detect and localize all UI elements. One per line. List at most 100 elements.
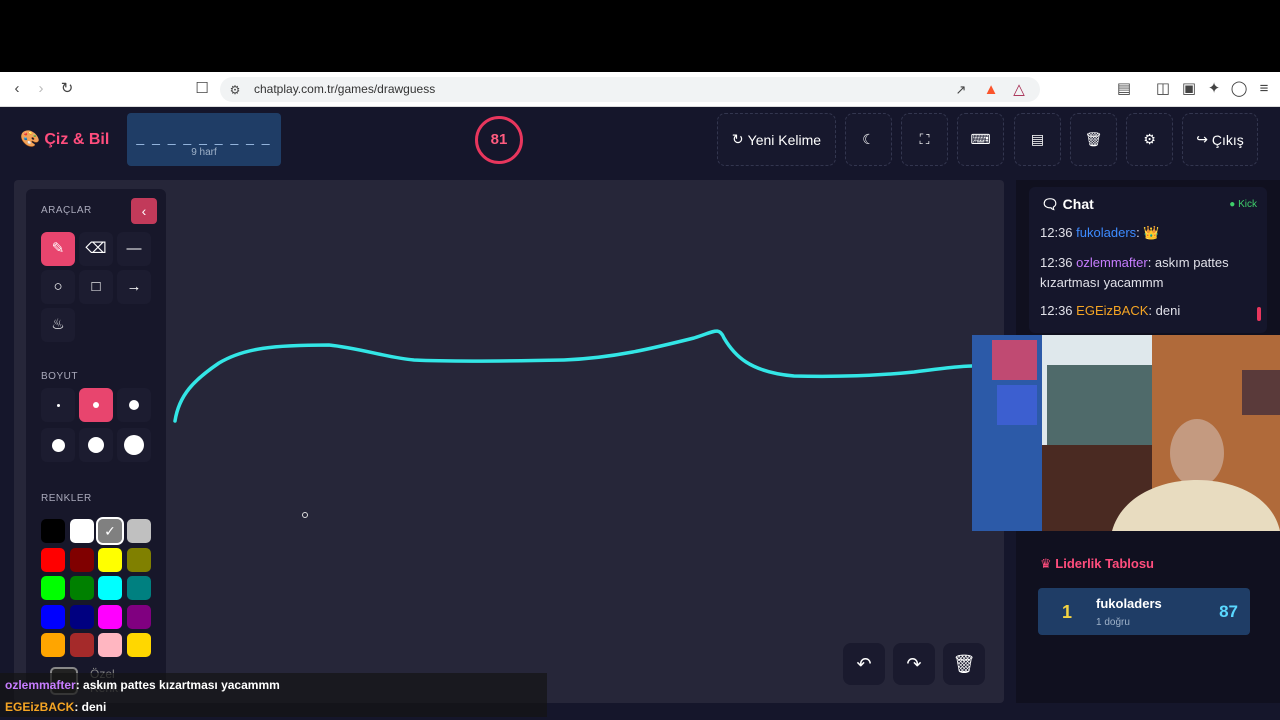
webcam-image: [972, 335, 1280, 531]
color-swatch[interactable]: [69, 547, 94, 572]
size-4[interactable]: [41, 428, 75, 462]
bookmark-icon[interactable]: ☐: [193, 80, 211, 98]
forward-icon[interactable]: ›: [32, 80, 50, 98]
emoji-icon: 👑: [1143, 225, 1160, 240]
wallet-icon[interactable]: ▣: [1180, 80, 1198, 98]
color-swatch[interactable]: [126, 604, 151, 629]
chat-scrollbar[interactable]: [1257, 307, 1261, 321]
undo-button[interactable]: ↶: [843, 643, 885, 685]
word-length: 9 harf: [191, 147, 217, 158]
size-2[interactable]: [79, 388, 113, 422]
color-swatch[interactable]: [69, 519, 94, 543]
color-swatch[interactable]: [41, 576, 65, 600]
color-swatch[interactable]: [69, 576, 94, 600]
overlay-message: EGEizBACK: deni: [5, 700, 107, 714]
trash-icon: 🗑: [952, 654, 976, 674]
brave-shield-icon[interactable]: ▲: [982, 81, 1000, 99]
fullscreen-button[interactable]: ⛶: [901, 113, 948, 166]
color-swatch[interactable]: [41, 519, 65, 543]
menu-icon[interactable]: ≡: [1255, 80, 1273, 98]
dark-mode-button[interactable]: ☾: [845, 113, 892, 166]
size-1[interactable]: [41, 388, 75, 422]
site-settings-icon[interactable]: ⚙: [226, 81, 244, 99]
logout-icon: ↪: [1196, 131, 1208, 147]
color-swatch[interactable]: [98, 604, 122, 629]
rewards-icon[interactable]: △: [1010, 81, 1028, 99]
size-5[interactable]: [79, 428, 113, 462]
word-pattern: _ _ _ _ _ _ _ _ _: [136, 129, 272, 145]
color-swatch[interactable]: [41, 604, 65, 629]
keyboard-icon: ⌨: [970, 131, 991, 147]
webcam-overlay: [972, 335, 1280, 531]
overlay-message: ozlemmafter: askım pattes kızartması yac…: [5, 678, 280, 692]
color-swatch[interactable]: [98, 547, 122, 572]
moon-icon: ☾: [862, 131, 875, 147]
clear-canvas-button[interactable]: 🗑: [943, 643, 985, 685]
archive-button[interactable]: ▤: [1014, 113, 1061, 166]
share-icon[interactable]: ↗: [952, 81, 970, 99]
exit-button[interactable]: ↪ Çıkış: [1182, 113, 1258, 166]
player-detail: 1 doğru: [1096, 617, 1130, 628]
square-icon: □: [91, 278, 101, 295]
size-6[interactable]: [117, 428, 151, 462]
color-swatch[interactable]: ✓: [96, 517, 124, 545]
color-swatch[interactable]: [126, 633, 151, 657]
new-word-button[interactable]: ↻ Yeni Kelime: [717, 113, 836, 166]
chat-title: 🗨 Chat: [1041, 196, 1094, 212]
arrow-tool[interactable]: →: [117, 270, 151, 304]
back-icon[interactable]: ‹: [8, 80, 26, 98]
keyboard-button[interactable]: ⌨: [957, 113, 1004, 166]
line-tool[interactable]: —: [117, 232, 151, 266]
game-header: 🎨 Çiz & Bil _ _ _ _ _ _ _ _ _ 9 harf 81 …: [0, 107, 1280, 175]
chat-panel: 🗨 Chat ● Kick 12:36 fukoladers: 👑 12:36 …: [1029, 187, 1267, 333]
arrow-right-icon: →: [126, 278, 142, 295]
chat-message: 12:36 EGEizBACK: deni: [1040, 303, 1181, 318]
color-swatch[interactable]: [126, 547, 151, 572]
size-title: BOYUT: [41, 371, 78, 382]
rectangle-tool[interactable]: □: [79, 270, 113, 304]
reader-icon[interactable]: ▤: [1115, 80, 1133, 98]
redo-button[interactable]: ↷: [893, 643, 935, 685]
color-swatch[interactable]: [41, 633, 65, 657]
fill-tool[interactable]: ♨: [41, 308, 75, 342]
color-swatch[interactable]: [69, 604, 94, 629]
url-text: chatplay.com.tr/games/drawguess: [254, 82, 436, 96]
delete-button[interactable]: 🗑: [1070, 113, 1117, 166]
color-swatch[interactable]: [69, 633, 94, 657]
cursor-indicator: [302, 512, 308, 518]
player-score: 87: [1219, 602, 1238, 621]
tools-title: ARAÇLAR: [41, 205, 92, 216]
leaderboard-row: 1 fukoladers 1 doğru 87: [1038, 588, 1250, 635]
eraser-tool[interactable]: ⌫: [79, 232, 113, 266]
paint-bucket-icon: ♨: [51, 316, 65, 333]
tools-panel: ARAÇLAR ‹ ✎ ⌫ — ○ □ → ♨ BOYUT RENKLER ✓ …: [26, 189, 166, 695]
brush-tool[interactable]: ✎: [41, 232, 75, 266]
circle-tool[interactable]: ○: [41, 270, 75, 304]
trash-icon: 🗑: [1084, 131, 1103, 147]
eraser-icon: ⌫: [85, 240, 107, 257]
collapse-panel-button[interactable]: ‹: [131, 198, 157, 224]
letterbox-top: [0, 0, 1280, 72]
palette-icon: 🎨: [20, 131, 40, 148]
brush-icon: ✎: [51, 240, 65, 257]
size-3[interactable]: [117, 388, 151, 422]
player-name: fukoladers: [1096, 596, 1162, 611]
line-icon: —: [126, 240, 142, 257]
leo-icon[interactable]: ✦: [1205, 80, 1223, 98]
round-timer: 81: [475, 116, 523, 164]
color-swatch[interactable]: [98, 576, 122, 600]
color-swatch[interactable]: [98, 633, 122, 657]
stream-chat-overlay: ozlemmafter: askım pattes kızartması yac…: [0, 673, 547, 717]
archive-icon: ▤: [1030, 131, 1045, 147]
chevron-left-icon: ‹: [141, 203, 147, 219]
sidebar-icon[interactable]: ◫: [1154, 80, 1172, 98]
color-swatch[interactable]: [126, 576, 151, 600]
settings-button[interactable]: ⚙: [1126, 113, 1173, 166]
color-swatch[interactable]: [126, 519, 151, 543]
color-swatch[interactable]: [41, 547, 65, 572]
address-bar[interactable]: ⚙ chatplay.com.tr/games/drawguess ↗ ▲ △: [220, 77, 1040, 102]
circle-icon: ○: [53, 278, 63, 295]
reload-icon[interactable]: ↻: [58, 80, 76, 98]
vpn-icon[interactable]: ◯: [1230, 80, 1248, 98]
drawn-stroke: [173, 329, 974, 423]
